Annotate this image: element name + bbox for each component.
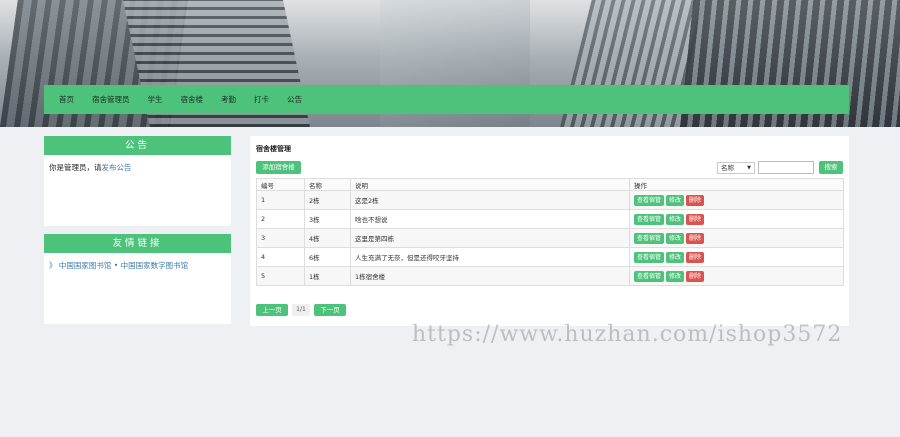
cell-desc: 这是2栋 [350,190,630,210]
friend-links-title: 友情链接 [44,234,231,253]
edit-button[interactable]: 修改 [666,213,685,225]
nav-dorm-admin[interactable]: 宿舍管理员 [83,85,139,114]
chevron-down-icon: ▼ [747,165,751,171]
edit-button[interactable]: 修改 [666,194,685,206]
search-button[interactable]: 搜索 [819,161,843,174]
edit-button[interactable]: 修改 [666,232,685,244]
cell-name: 4栋 [304,228,351,248]
page-indicator: 1/1 [292,304,310,316]
view-manager-button[interactable]: 查看宿管 [634,232,665,244]
header-desc: 说明 [350,178,630,191]
select-value: 名称 [721,164,734,172]
edit-button[interactable]: 修改 [666,270,685,282]
cell-name: 6栋 [304,247,351,267]
search-field-select[interactable]: 名称 ▼ [717,162,755,174]
next-page-button[interactable]: 下一页 [314,304,346,316]
delete-button[interactable]: 删除 [686,232,705,244]
cell-desc: 啥也不想说 [350,209,630,229]
cell-name: 3栋 [304,209,351,229]
friend-links[interactable]: 中国国家图书馆 • 中国国家数字图书馆 [59,261,188,270]
table-header-row: 编号 名称 说明 操作 [256,178,844,191]
notice-body: 你是管理员，请发布公告 [44,155,231,180]
view-manager-button[interactable]: 查看宿管 [634,213,665,225]
table-row: 3 4栋 这里是第四栋 查看宿管 修改 删除 [256,228,844,248]
cell-name: 1栋 [304,266,351,286]
delete-button[interactable]: 删除 [686,251,705,263]
friend-prefix-icon: 》 [49,261,57,270]
header-id: 编号 [256,178,305,191]
nav-notice[interactable]: 公告 [278,85,311,114]
cell-name: 2栋 [304,190,351,210]
table-row: 1 2栋 这是2栋 查看宿管 修改 删除 [256,190,844,210]
nav-student[interactable]: 学生 [139,85,172,114]
cell-id: 1 [256,190,305,210]
building-management-panel: 宿舍楼管理 添加宿舍楼 名称 ▼ 搜索 编号 名称 说明 操作 1 2栋 这是2… [250,136,849,326]
friend-links-panel: 友情链接 》 中国国家图书馆 • 中国国家数字图书馆 [44,234,231,324]
publish-notice-link[interactable]: 发布公告 [102,163,132,172]
cell-actions: 查看宿管 修改 删除 [629,209,844,229]
view-manager-button[interactable]: 查看宿管 [634,270,665,282]
add-building-button[interactable]: 添加宿舍楼 [256,161,301,174]
main-nav: 首页 宿舍管理员 学生 宿舍楼 考勤 打卡 公告 [44,85,849,114]
cell-actions: 查看宿管 修改 删除 [629,190,844,210]
building-table: 编号 名称 说明 操作 1 2栋 这是2栋 查看宿管 修改 删除 2 3栋 啥也不想… [256,178,844,286]
nav-checkin[interactable]: 打卡 [245,85,278,114]
pagination: 上一页 1/1 下一页 [256,304,346,316]
table-row: 4 6栋 人生充满了无奈，但是还得咬牙坚持 查看宿管 修改 删除 [256,247,844,267]
delete-button[interactable]: 删除 [686,194,705,206]
cell-actions: 查看宿管 修改 删除 [629,266,844,286]
nav-building[interactable]: 宿舍楼 [172,85,213,114]
view-manager-button[interactable]: 查看宿管 [634,251,665,263]
friend-links-body: 》 中国国家图书馆 • 中国国家数字图书馆 [44,253,231,278]
cell-id: 4 [256,247,305,267]
cell-desc: 1栋宿舍楼 [350,266,630,286]
table-row: 2 3栋 啥也不想说 查看宿管 修改 删除 [256,209,844,229]
cell-actions: 查看宿管 修改 删除 [629,228,844,248]
cell-id: 2 [256,209,305,229]
cell-desc: 人生充满了无奈，但是还得咬牙坚持 [350,247,630,267]
edit-button[interactable]: 修改 [666,251,685,263]
cell-id: 3 [256,228,305,248]
notice-panel: 公告 你是管理员，请发布公告 [44,136,231,226]
watermark: https://www.huzhan.com/ishop3572 [412,322,843,347]
nav-home[interactable]: 首页 [50,85,83,114]
cell-id: 5 [256,266,305,286]
search-input[interactable] [758,161,814,174]
notice-text: 你是管理员，请 [49,163,102,172]
table-row: 5 1栋 1栋宿舍楼 查看宿管 修改 删除 [256,266,844,286]
cell-desc: 这里是第四栋 [350,228,630,248]
delete-button[interactable]: 删除 [686,270,705,282]
notice-title: 公告 [44,136,231,155]
page-title: 宿舍楼管理 [256,145,291,153]
delete-button[interactable]: 删除 [686,213,705,225]
view-manager-button[interactable]: 查看宿管 [634,194,665,206]
nav-attendance[interactable]: 考勤 [212,85,245,114]
header-actions: 操作 [629,178,844,191]
cell-actions: 查看宿管 修改 删除 [629,247,844,267]
header-name: 名称 [304,178,351,191]
prev-page-button[interactable]: 上一页 [256,304,288,316]
